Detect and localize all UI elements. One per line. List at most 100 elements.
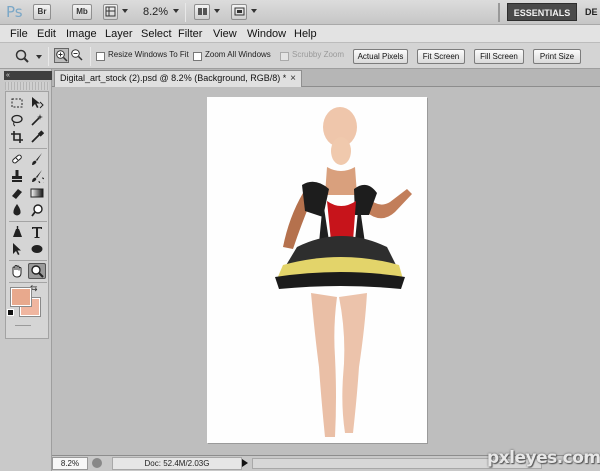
swap-colors-icon[interactable]: ⇆ [30, 283, 38, 294]
application-bar: Ps Br Mb 8.2% ESSENTIALS DE [0, 0, 600, 25]
resize-windows-label: Resize Windows To Fit [108, 50, 189, 59]
move-tool[interactable] [28, 95, 46, 111]
resize-windows-checkbox[interactable] [96, 52, 105, 61]
workspace-essentials-button[interactable]: ESSENTIALS [507, 3, 577, 21]
menu-layer[interactable]: Layer [105, 28, 133, 40]
ellipse-tool[interactable] [28, 241, 46, 257]
ellipse-icon [31, 245, 43, 253]
workspace-design-button[interactable]: DE [585, 7, 598, 17]
blur-drop-icon [13, 204, 21, 216]
zoom-tool[interactable] [28, 263, 46, 279]
tools-divider [9, 148, 47, 149]
eyedropper-tool[interactable] [28, 129, 46, 145]
options-bar: Resize Windows To Fit Zoom All Windows S… [0, 43, 600, 69]
view-extras-dropdown-icon[interactable] [122, 9, 128, 13]
tools-panel-grip[interactable] [5, 82, 49, 90]
tools-panel-collapse-button[interactable]: « [4, 71, 52, 80]
menu-bar: File Edit Image Layer Select Filter View… [0, 25, 600, 43]
tools-panel: « ⇆ [0, 69, 52, 471]
crop-icon [11, 131, 23, 143]
tools-divider [9, 221, 47, 222]
gradient-tool[interactable] [28, 185, 46, 201]
status-zoom-field[interactable]: 8.2% [52, 457, 88, 470]
launch-bridge-button[interactable]: Br [33, 4, 51, 20]
tools-divider [9, 282, 47, 283]
clone-stamp-tool[interactable] [8, 168, 26, 184]
zoom-in-icon [56, 50, 68, 62]
menu-filter[interactable]: Filter [178, 28, 202, 40]
arrange-documents-icon [197, 8, 207, 15]
screen-mode-button[interactable] [231, 4, 247, 20]
zoom-out-icon [71, 49, 83, 61]
fit-screen-button[interactable]: Fit Screen [417, 49, 465, 64]
status-info-icon[interactable] [92, 458, 102, 468]
foreground-color-swatch[interactable] [10, 287, 32, 307]
zoom-out-mode-button[interactable] [70, 48, 85, 63]
divider [185, 3, 186, 22]
stamp-icon [12, 170, 22, 182]
brush-tool[interactable] [28, 151, 46, 167]
pen-icon [13, 226, 22, 237]
view-extras-button[interactable] [103, 4, 118, 20]
zoom-level-dropdown-icon[interactable] [173, 9, 179, 13]
menu-help[interactable]: Help [294, 28, 317, 40]
fill-screen-button[interactable]: Fill Screen [474, 49, 524, 64]
document-tab-bar: Digital_art_stock (2).psd @ 8.2% (Backgr… [52, 69, 600, 87]
type-icon [32, 227, 42, 238]
lasso-tool[interactable] [8, 112, 26, 128]
hand-icon [12, 264, 22, 278]
move-icon [32, 97, 44, 109]
crop-tool[interactable] [8, 129, 26, 145]
pen-tool[interactable] [8, 224, 26, 240]
magic-wand-tool[interactable] [28, 112, 46, 128]
scrubby-zoom-checkbox[interactable] [280, 52, 289, 61]
quick-mask-button[interactable] [15, 325, 31, 326]
lasso-icon [11, 114, 23, 127]
menu-image[interactable]: Image [66, 28, 97, 40]
canvas-area[interactable] [52, 87, 600, 455]
zoom-all-windows-label: Zoom All Windows [205, 50, 271, 59]
tool-preset-dropdown-icon[interactable] [36, 55, 42, 59]
menu-window[interactable]: Window [247, 28, 286, 40]
tools-divider [9, 260, 47, 261]
history-brush-icon [32, 170, 44, 183]
eraser-icon [12, 189, 22, 199]
screen-mode-icon [234, 7, 244, 16]
hand-tool[interactable] [8, 263, 26, 279]
launch-minibridge-button[interactable]: Mb [72, 4, 92, 20]
scrubby-zoom-label: Scrubby Zoom [292, 50, 345, 59]
document-canvas[interactable] [207, 97, 427, 443]
document-tab[interactable]: Digital_art_stock (2).psd @ 8.2% (Backgr… [54, 70, 302, 87]
dodge-icon [31, 204, 43, 217]
menu-file[interactable]: File [10, 28, 28, 40]
arrange-documents-dropdown-icon[interactable] [214, 9, 220, 13]
zoom-in-mode-button[interactable] [54, 48, 69, 63]
document-info-readout: Doc: 52.4M/2.03G [112, 457, 242, 470]
workspace-divider [498, 3, 500, 22]
menu-view[interactable]: View [213, 28, 237, 40]
zoom-icon [31, 265, 44, 278]
rectangular-marquee-tool[interactable] [8, 95, 26, 111]
type-tool[interactable] [28, 224, 46, 240]
spot-healing-brush-tool[interactable] [8, 151, 26, 167]
status-menu-arrow-icon[interactable] [242, 459, 248, 467]
screen-mode-dropdown-icon[interactable] [251, 9, 257, 13]
zoom-all-windows-checkbox[interactable] [193, 52, 202, 61]
default-colors-icon[interactable] [7, 309, 14, 316]
print-size-button[interactable]: Print Size [533, 49, 581, 64]
arrange-documents-button[interactable] [194, 4, 210, 20]
close-document-icon[interactable]: × [290, 71, 296, 86]
artwork-figure [275, 107, 412, 437]
marquee-icon [11, 98, 23, 108]
menu-edit[interactable]: Edit [37, 28, 56, 40]
path-selection-tool[interactable] [8, 241, 26, 257]
tool-preset-picker[interactable] [14, 48, 30, 67]
grid-icon [105, 6, 116, 17]
blur-tool[interactable] [8, 202, 26, 218]
eraser-tool[interactable] [8, 185, 26, 201]
history-brush-tool[interactable] [28, 168, 46, 184]
zoom-level-dropdown[interactable]: 8.2% [143, 6, 168, 18]
menu-select[interactable]: Select [141, 28, 172, 40]
actual-pixels-button[interactable]: Actual Pixels [353, 49, 408, 64]
dodge-tool[interactable] [28, 202, 46, 218]
